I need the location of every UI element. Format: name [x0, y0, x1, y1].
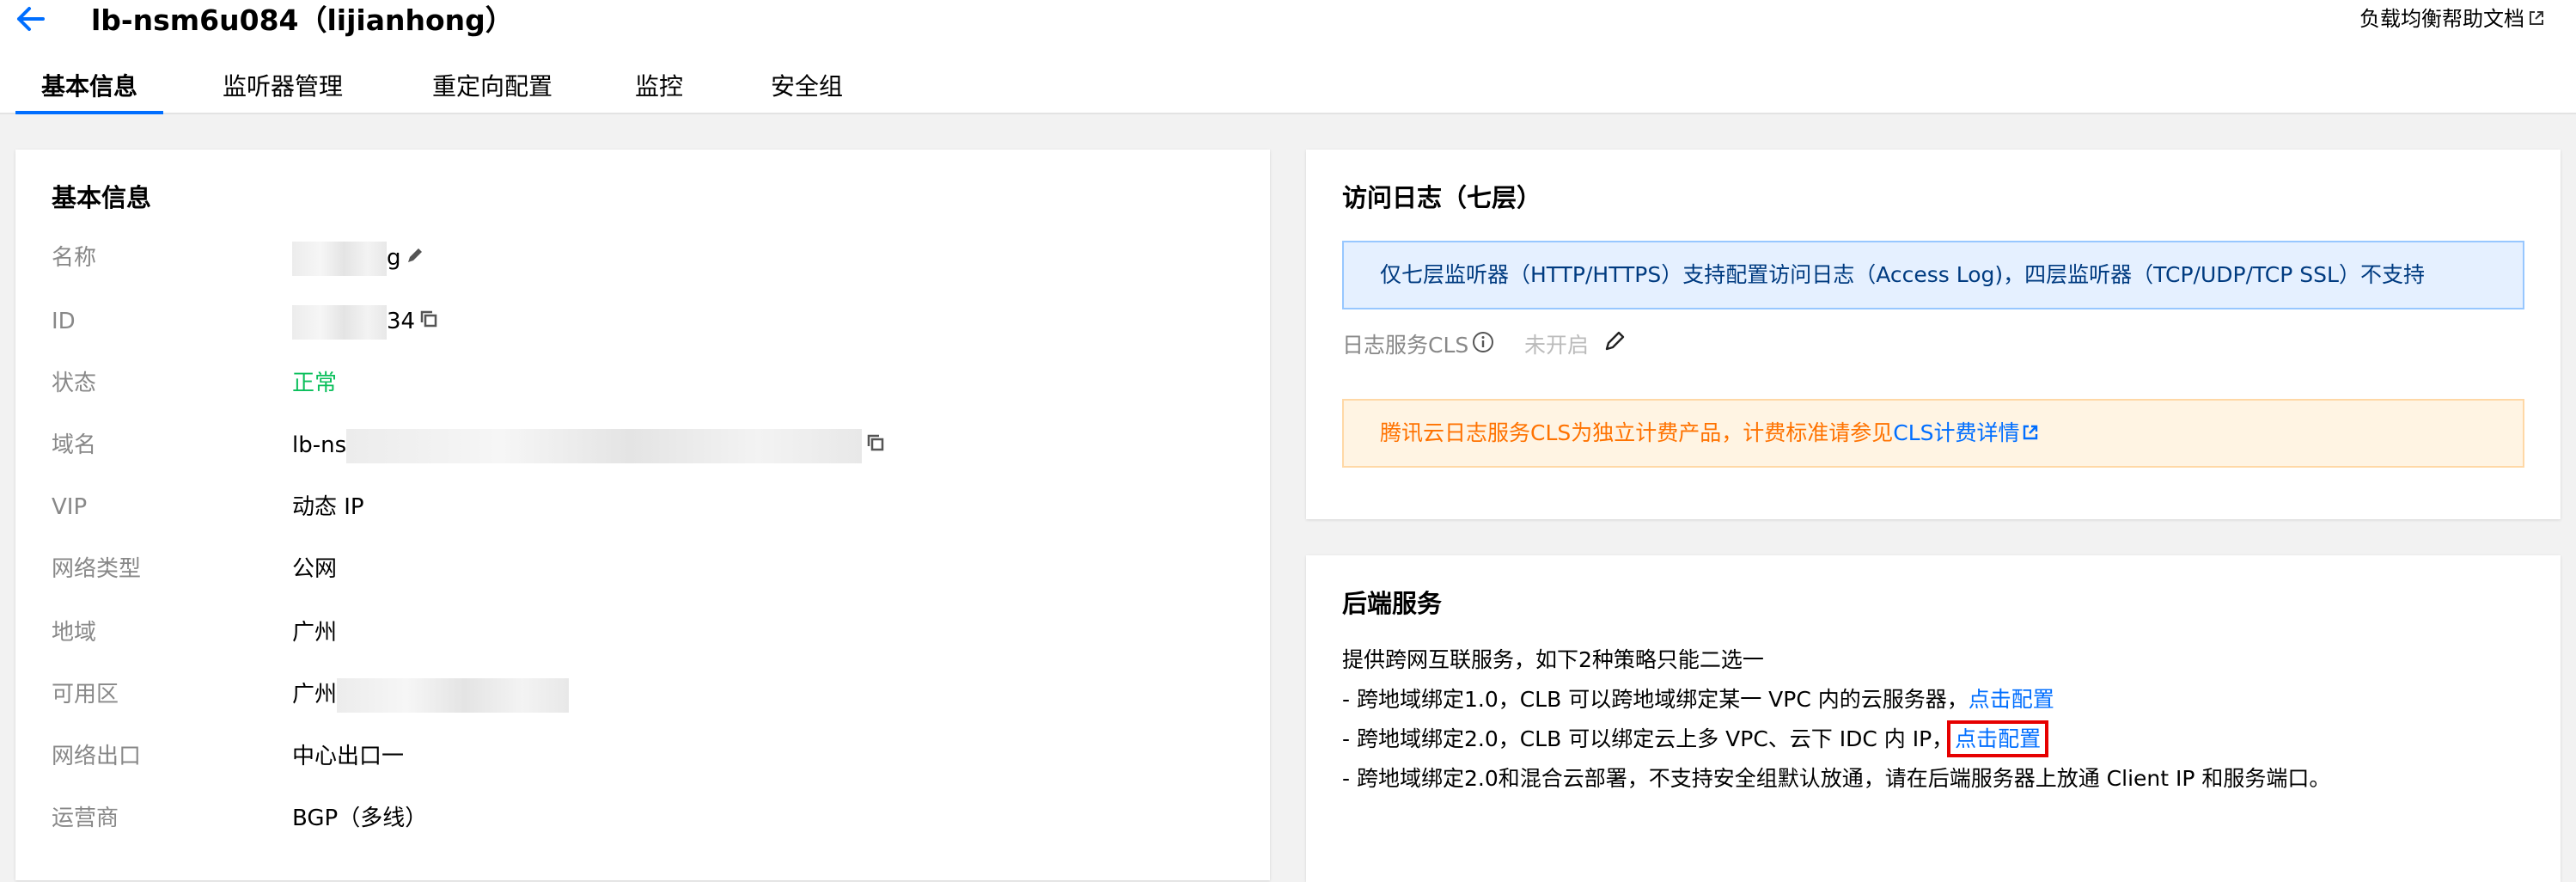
egress-label: 网络出口 [52, 744, 142, 769]
redacted-block [292, 304, 387, 340]
vip-label: VIP [52, 494, 88, 520]
access-log-title: 访问日志（七层） [1342, 183, 1542, 212]
info-circle-icon[interactable] [1472, 329, 1494, 364]
page-title: lb-nsm6u084（lijianhong） [91, 3, 514, 37]
billing-warning-text: 腾讯云日志服务CLS为独立计费产品，计费标准请参见 [1380, 420, 1894, 445]
tab-security-group[interactable]: 安全组 [768, 67, 845, 114]
backend-line-2-text: - 跨地域绑定2.0，CLB 可以绑定云上多 VPC、云下 IDC 内 IP， [1342, 726, 1954, 751]
tab-basic-info[interactable]: 基本信息 [15, 67, 163, 114]
backend-service-card: 后端服务 提供跨网互联服务，如下2种策略只能二选一 - 跨地域绑定1.0，CLB… [1306, 555, 2561, 882]
status-badge: 正常 [292, 371, 338, 396]
domain-value: lb-ns [292, 428, 886, 463]
config-link-1[interactable]: 点击配置 [1969, 687, 2054, 712]
redacted-block [346, 428, 863, 463]
tab-monitoring[interactable]: 监控 [632, 67, 686, 114]
copy-icon[interactable] [865, 429, 886, 463]
external-link-icon [2022, 401, 2039, 467]
external-link-icon [2528, 4, 2545, 35]
help-doc-link[interactable]: 负载均衡帮助文档 [2359, 3, 2545, 35]
isp-label: 运营商 [52, 805, 119, 831]
edit-pencil-icon[interactable] [405, 242, 425, 276]
cls-billing-link[interactable]: CLS计费详情 [1893, 420, 2038, 445]
name-label: 名称 [52, 245, 97, 271]
domain-label: 域名 [52, 432, 97, 458]
id-value: 34 [292, 304, 439, 340]
edit-pencil-icon[interactable] [1602, 329, 1627, 364]
cls-billing-link-text: CLS计费详情 [1893, 420, 2020, 445]
redacted-block [337, 677, 570, 713]
backend-line-1: - 跨地域绑定1.0，CLB 可以跨地域绑定某一 VPC 内的云服务器，点击配置 [1342, 683, 2054, 717]
cls-state: 未开启 [1524, 328, 1627, 364]
region-value: 广州 [292, 620, 338, 646]
back-arrow-icon[interactable] [12, 2, 50, 36]
billing-warning: 腾讯云日志服务CLS为独立计费产品，计费标准请参见CLS计费详情 [1342, 399, 2524, 468]
backend-line-2: - 跨地域绑定2.0，CLB 可以绑定云上多 VPC、云下 IDC 内 IP，点… [1342, 720, 2049, 757]
zone-value: 广州 [292, 677, 570, 713]
tab-redirect-config[interactable]: 重定向配置 [430, 67, 555, 114]
network-type-value: 公网 [292, 556, 338, 582]
backend-line-3: - 跨地域绑定2.0和混合云部署，不支持安全组默认放通，请在后端服务器上放通 C… [1342, 766, 2331, 791]
backend-intro: 提供跨网互联服务，如下2种策略只能二选一 [1342, 647, 1764, 672]
tab-listener-management[interactable]: 监听器管理 [220, 67, 345, 114]
cls-state-text: 未开启 [1524, 333, 1590, 358]
egress-value: 中心出口一 [292, 744, 405, 769]
id-label: ID [52, 309, 76, 334]
zone-text: 广州 [292, 682, 338, 707]
basic-info-title: 基本信息 [52, 183, 152, 212]
name-text: g [387, 245, 401, 271]
help-doc-label: 负载均衡帮助文档 [2359, 7, 2524, 31]
vip-value: 动态 IP [292, 494, 364, 520]
backend-line-1-text: - 跨地域绑定1.0，CLB 可以跨地域绑定某一 VPC 内的云服务器， [1342, 687, 1969, 712]
cls-label: 日志服务CLS [1342, 333, 1469, 358]
network-type-label: 网络类型 [52, 556, 142, 582]
copy-icon[interactable] [418, 305, 439, 340]
backend-service-title: 后端服务 [1342, 589, 1443, 618]
name-value: g [292, 241, 425, 276]
info-notice: 仅七层监听器（HTTP/HTTPS）支持配置访问日志（Access Log)，四… [1342, 241, 2524, 309]
cls-row: 日志服务CLS 未开启 [1342, 328, 1625, 364]
isp-value: BGP（多线） [292, 805, 428, 831]
redacted-block [292, 241, 387, 276]
region-label: 地域 [52, 620, 97, 646]
zone-label: 可用区 [52, 682, 119, 707]
page-header: lb-nsm6u084（lijianhong） 负载均衡帮助文档 基本信息 监听… [0, 0, 2576, 114]
status-label: 状态 [52, 371, 97, 396]
config-link-2[interactable]: 点击配置 [1947, 720, 2049, 757]
access-log-card: 访问日志（七层） 仅七层监听器（HTTP/HTTPS）支持配置访问日志（Acce… [1306, 150, 2561, 519]
basic-info-card: 基本信息 名称 g ID 34 状态 正常 域名 lb-ns VIP 动态 IP… [15, 150, 1270, 880]
id-text: 34 [387, 309, 416, 334]
domain-text: lb-ns [292, 432, 347, 458]
